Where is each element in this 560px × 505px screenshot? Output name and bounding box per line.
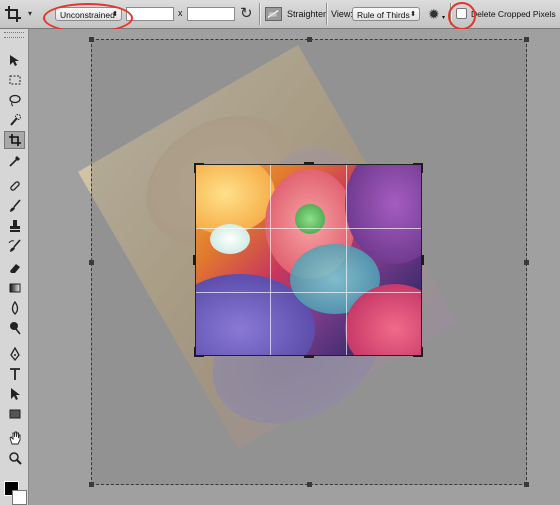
canvas-bounds-handle[interactable] [89,260,94,265]
rectangle-tool-icon[interactable] [4,405,25,423]
zoom-tool-icon[interactable] [4,449,25,467]
canvas-bounds-handle[interactable] [307,37,312,42]
history-brush-tool-icon[interactable] [4,237,25,255]
panel-grip[interactable] [4,32,24,38]
select-arrows-icon: ⬍ [410,11,416,18]
crop-tool-icon[interactable] [4,5,24,23]
delete-cropped-pixels-label[interactable]: Delete Cropped Pixels [471,9,556,19]
canvas-bounds-handle[interactable] [524,37,529,42]
canvas-bounds-handle[interactable] [524,482,529,487]
canvas-bounds-handle[interactable] [89,37,94,42]
straighten-icon[interactable] [265,7,282,21]
eyedropper-tool-icon[interactable] [4,152,25,170]
divider [259,3,261,25]
divider [326,3,328,25]
highlight-checkbox-annotation [448,2,476,30]
path-selection-tool-icon[interactable] [4,385,25,403]
chevron-down-icon[interactable]: ▾ [442,14,445,21]
background-color-swatch[interactable] [12,490,27,505]
eraser-tool-icon[interactable] [4,259,25,277]
straighten-label[interactable]: Straighten [287,9,328,19]
hand-tool-icon[interactable] [4,429,25,447]
quick-selection-tool-icon[interactable] [4,111,25,129]
crop-width-input[interactable] [126,7,174,21]
marquee-tool-icon[interactable] [4,71,25,89]
clone-stamp-tool-icon[interactable] [4,217,25,235]
type-tool-icon[interactable] [4,365,25,383]
lasso-tool-icon[interactable] [4,91,25,109]
overlay-view-select[interactable]: Rule of Thirds ⬍ [352,7,420,21]
view-label: View: [331,9,353,19]
dimension-separator: x [178,8,183,18]
swap-dimensions-icon[interactable]: ↻ [240,5,256,23]
healing-brush-tool-icon[interactable] [4,177,25,195]
overlay-view-value: Rule of Thirds [357,10,410,20]
canvas-bounds-handle[interactable] [89,482,94,487]
gradient-tool-icon[interactable] [4,279,25,297]
gear-icon[interactable]: ✹ [428,6,440,22]
canvas-bounds-handle[interactable] [524,260,529,265]
crop-height-input[interactable] [187,7,235,21]
document-canvas[interactable] [29,29,560,505]
canvas-bounds-handle[interactable] [307,482,312,487]
pen-tool-icon[interactable] [4,345,25,363]
dodge-tool-icon[interactable] [4,319,25,337]
blur-tool-icon[interactable] [4,299,25,317]
tools-panel [0,29,29,505]
canvas-bounds-marquee[interactable] [89,37,529,487]
move-tool-icon[interactable] [4,52,25,70]
brush-tool-icon[interactable] [4,197,25,215]
tool-preset-dropdown[interactable]: ▾ [28,9,32,18]
crop-tool-icon[interactable] [4,131,25,149]
